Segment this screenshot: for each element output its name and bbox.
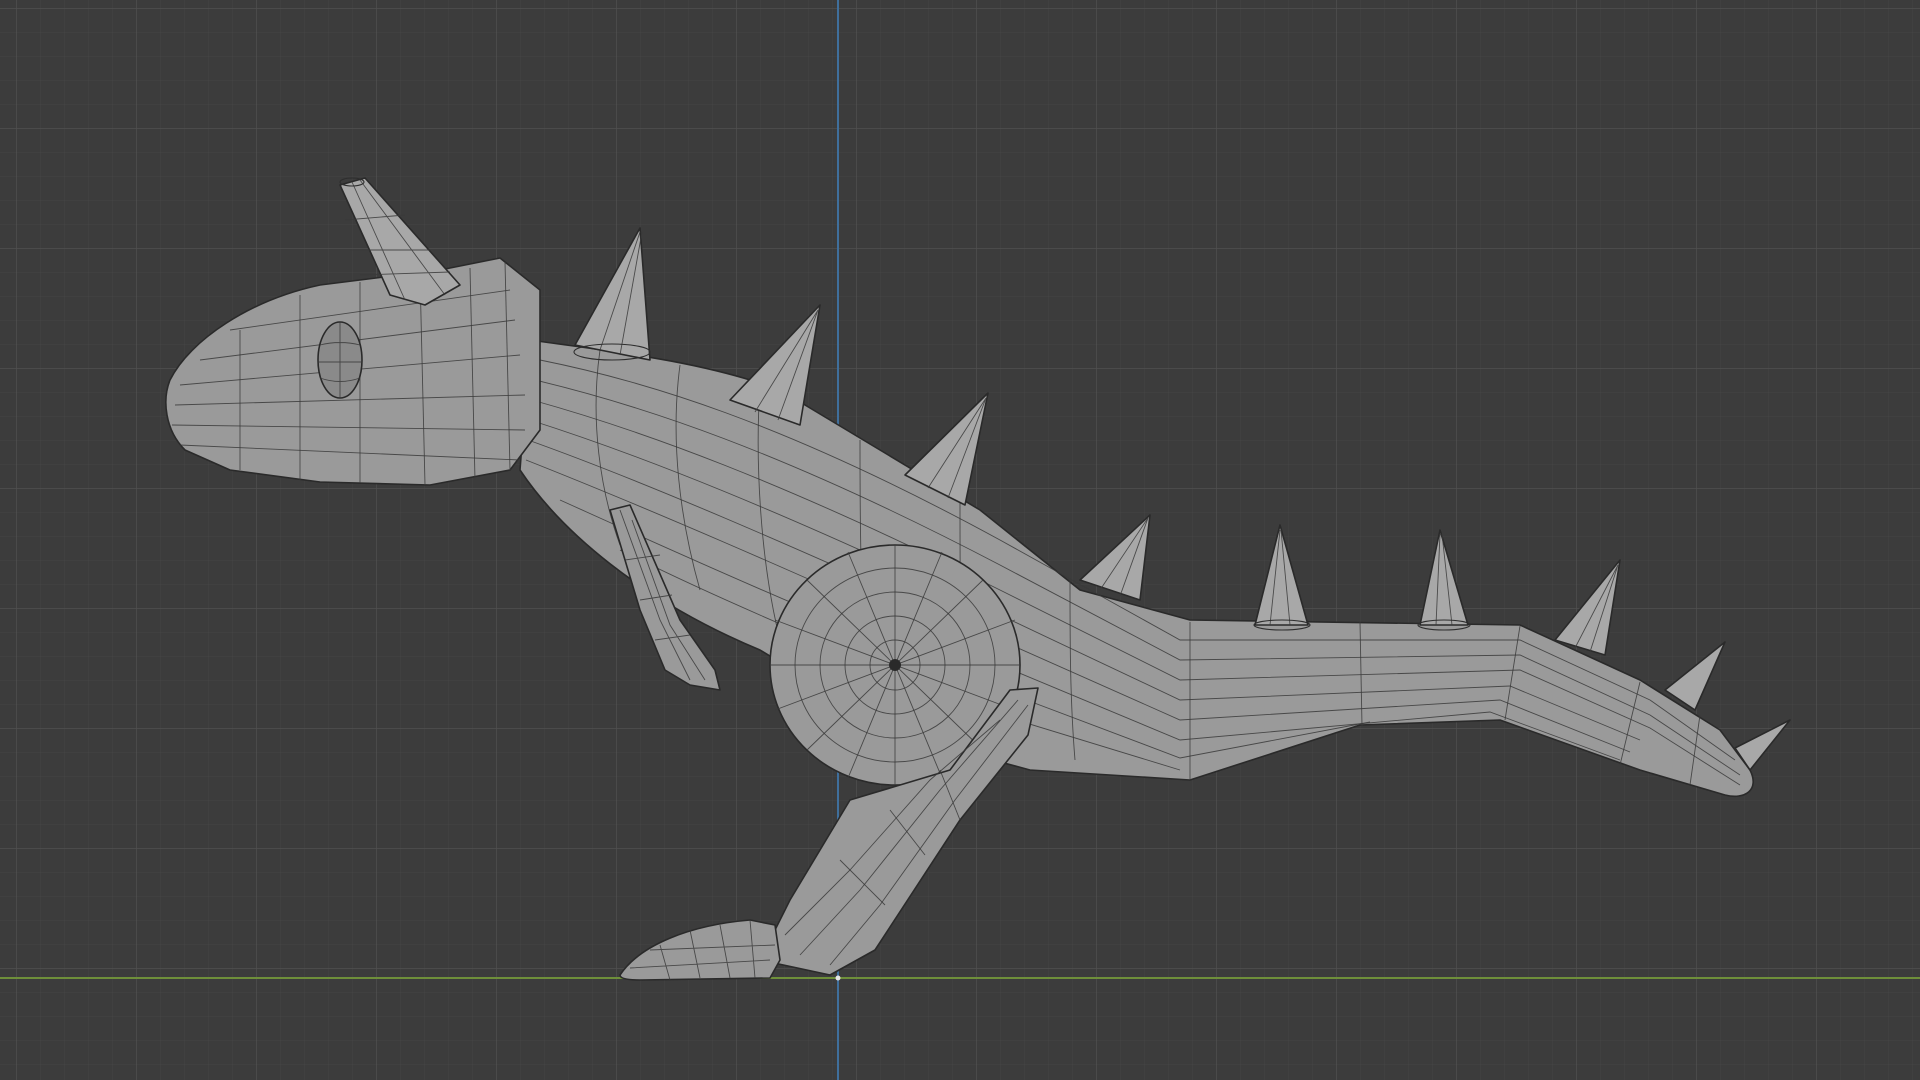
viewport-canvas[interactable] bbox=[0, 0, 1920, 1080]
origin-point-icon bbox=[835, 975, 841, 981]
3d-viewport[interactable] bbox=[0, 0, 1920, 1080]
